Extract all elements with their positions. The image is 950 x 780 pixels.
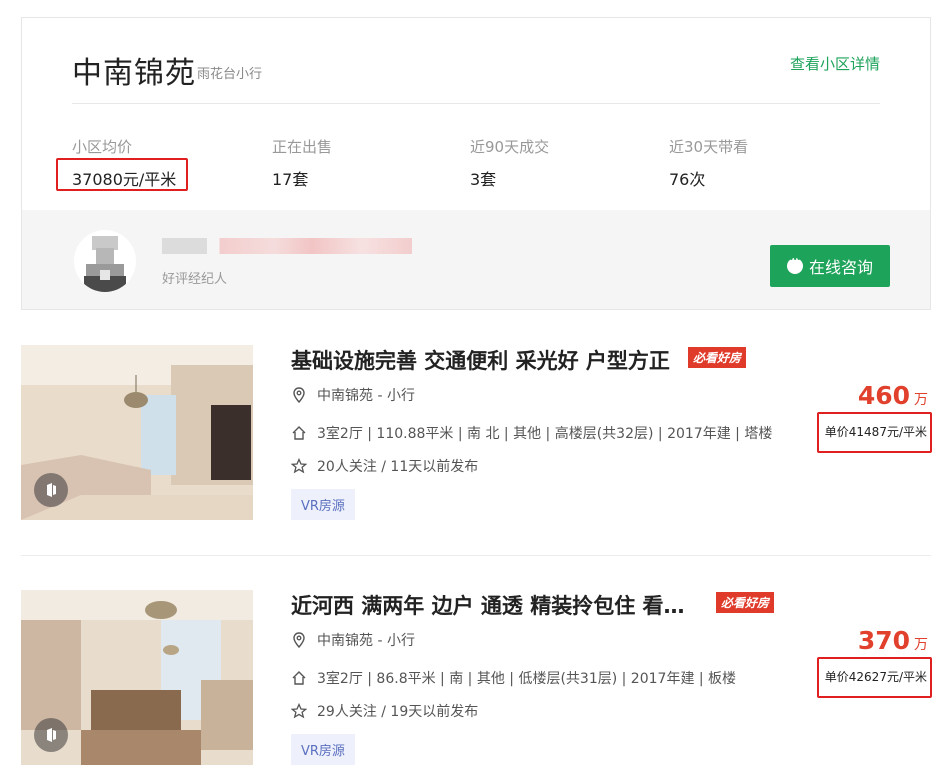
total-price-unit: 万 <box>914 392 928 408</box>
follow-text: 20人关注 / 11天以前发布 <box>317 459 479 475</box>
stat-on-sale: 正在出售 17套 <box>272 136 332 190</box>
total-price: 460 万 <box>791 381 931 410</box>
stat-deals-90d: 近90天成交 3套 <box>470 136 549 190</box>
vr-listing-tag: VR房源 <box>291 489 355 520</box>
online-consult-button[interactable]: 在线咨询 <box>770 245 890 287</box>
follow-row: 29人关注 / 19天以前发布 <box>291 701 478 721</box>
stat-views-30d: 近30天带看 76次 <box>669 136 748 190</box>
consult-label: 在线咨询 <box>808 258 873 277</box>
agent-strip: 好评经纪人 在线咨询 <box>22 210 930 309</box>
listing-item: 基础设施完善 交通便利 采光好 户型方正 必看好房 中南锦苑 - 小行 3室2厅… <box>21 345 932 525</box>
listing-item: 近河西 满两年 边户 通透 精装拎包住 看… 必看好房 中南锦苑 - 小行 3室… <box>21 590 932 770</box>
star-icon <box>291 703 307 719</box>
listing-title[interactable]: 近河西 满两年 边户 通透 精装拎包住 看… <box>291 590 685 620</box>
location-row: 中南锦苑 - 小行 <box>291 385 415 405</box>
star-icon <box>291 458 307 474</box>
total-price-value: 460 <box>857 381 910 410</box>
stat-value: 3套 <box>470 170 497 189</box>
house-info-text: 3室2厅 | 86.8平米 | 南 | 其他 | 低楼层(共31层) | 201… <box>317 671 737 687</box>
divider <box>72 103 880 104</box>
location-text[interactable]: 中南锦苑 - 小行 <box>317 630 415 650</box>
total-price: 370 万 <box>791 626 931 655</box>
stat-value: 17套 <box>272 170 309 189</box>
house-info-row: 3室2厅 | 110.88平米 | 南 北 | 其他 | 高楼层(共32层) |… <box>291 423 772 443</box>
listing-photo[interactable] <box>21 590 253 765</box>
highlight-box-unit-price <box>817 657 932 698</box>
follow-row: 20人关注 / 11天以前发布 <box>291 456 478 476</box>
house-icon <box>292 671 306 685</box>
listing-title[interactable]: 基础设施完善 交通便利 采光好 户型方正 <box>291 345 670 375</box>
location-pin-icon <box>293 387 305 403</box>
house-info-row: 3室2厅 | 86.8平米 | 南 | 其他 | 低楼层(共31层) | 201… <box>291 668 736 688</box>
chat-icon <box>786 255 803 274</box>
total-price-value: 370 <box>857 626 910 655</box>
listing-divider <box>21 555 931 556</box>
total-price-unit: 万 <box>914 637 928 653</box>
location-row: 中南锦苑 - 小行 <box>291 630 415 650</box>
community-card: 中南锦苑 雨花台小行 查看小区详情 小区均价 37080元/平米 正在出售 17… <box>21 17 931 310</box>
must-see-tag: 必看好房 <box>688 347 747 368</box>
location-pin-icon <box>293 632 305 648</box>
community-detail-link[interactable]: 查看小区详情 <box>790 53 880 74</box>
stat-value: 76次 <box>669 170 706 189</box>
agent-role: 好评经纪人 <box>162 272 228 287</box>
follow-text: 29人关注 / 19天以前发布 <box>317 704 479 720</box>
listing-photo[interactable] <box>21 345 253 520</box>
agent-name-redacted <box>162 238 412 254</box>
highlight-box-unit-price <box>817 412 932 453</box>
highlight-box-avg-price <box>56 158 188 191</box>
must-see-tag: 必看好房 <box>716 592 775 613</box>
community-name: 中南锦苑 <box>72 56 196 91</box>
house-info-text: 3室2厅 | 110.88平米 | 南 北 | 其他 | 高楼层(共32层) |… <box>317 426 773 442</box>
location-text[interactable]: 中南锦苑 - 小行 <box>317 385 415 405</box>
vr-icon[interactable] <box>34 718 68 752</box>
stat-label: 近90天成交 <box>470 138 550 156</box>
stat-label: 小区均价 <box>72 138 133 156</box>
vr-listing-tag: VR房源 <box>291 734 355 765</box>
stat-label: 近30天带看 <box>669 138 749 156</box>
community-area: 雨花台小行 <box>197 67 263 82</box>
vr-icon[interactable] <box>34 473 68 507</box>
stat-label: 正在出售 <box>272 138 333 156</box>
house-icon <box>292 426 306 440</box>
agent-avatar[interactable] <box>74 230 136 292</box>
